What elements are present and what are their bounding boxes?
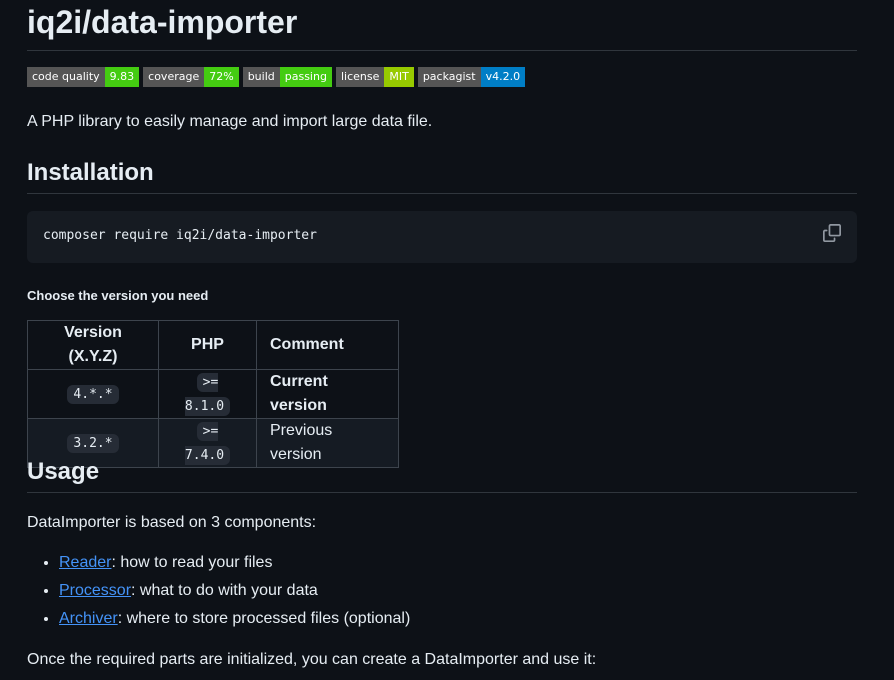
list-item: Archiver: where to store processed files… xyxy=(59,606,410,634)
reader-link[interactable]: Reader xyxy=(59,554,111,571)
archiver-link[interactable]: Archiver xyxy=(59,610,118,627)
version-table: Version (X.Y.Z) PHP Comment 4.*.* >= 8.1… xyxy=(27,320,399,468)
component-list: Reader: how to read your files Processor… xyxy=(27,550,410,634)
badge-license[interactable]: license MIT xyxy=(335,67,414,87)
installation-heading: Installation xyxy=(27,158,857,194)
usage-heading: Usage xyxy=(27,457,857,493)
readme-content: iq2i/data-importer code quality 9.83 cov… xyxy=(27,0,857,668)
badge-code-quality[interactable]: code quality 9.83 xyxy=(27,67,140,87)
cell-comment: Current version xyxy=(256,369,399,419)
table-header-row: Version (X.Y.Z) PHP Comment xyxy=(27,320,399,370)
header-version: Version (X.Y.Z) xyxy=(27,320,159,370)
list-item: Processor: what to do with your data xyxy=(59,578,410,606)
cell-version: 4.*.* xyxy=(27,369,159,419)
header-php: PHP xyxy=(158,320,257,370)
usage-outro: Once the required parts are initialized,… xyxy=(27,651,597,668)
install-command[interactable]: composer require iq2i/data-importer xyxy=(43,226,317,246)
badge-coverage[interactable]: coverage 72% xyxy=(143,67,239,87)
copy-icon[interactable] xyxy=(823,224,841,242)
install-code-block: composer require iq2i/data-importer xyxy=(27,211,857,263)
header-comment: Comment xyxy=(256,320,399,370)
table-row: 4.*.* >= 8.1.0 Current version xyxy=(27,369,399,419)
list-item: Reader: how to read your files xyxy=(59,550,410,578)
intro-text: A PHP library to easily manage and impor… xyxy=(27,113,433,130)
badge-build[interactable]: build passing xyxy=(242,67,332,87)
badge-packagist[interactable]: packagist v4.2.0 xyxy=(417,67,526,87)
usage-intro: DataImporter is based on 3 components: xyxy=(27,514,317,531)
cell-php: >= 8.1.0 xyxy=(158,369,257,419)
badge-row: code quality 9.83 coverage 72% build pas… xyxy=(27,67,857,87)
page-title: iq2i/data-importer xyxy=(27,0,857,51)
processor-link[interactable]: Processor xyxy=(59,582,131,599)
version-caption: Choose the version you need xyxy=(27,288,209,303)
